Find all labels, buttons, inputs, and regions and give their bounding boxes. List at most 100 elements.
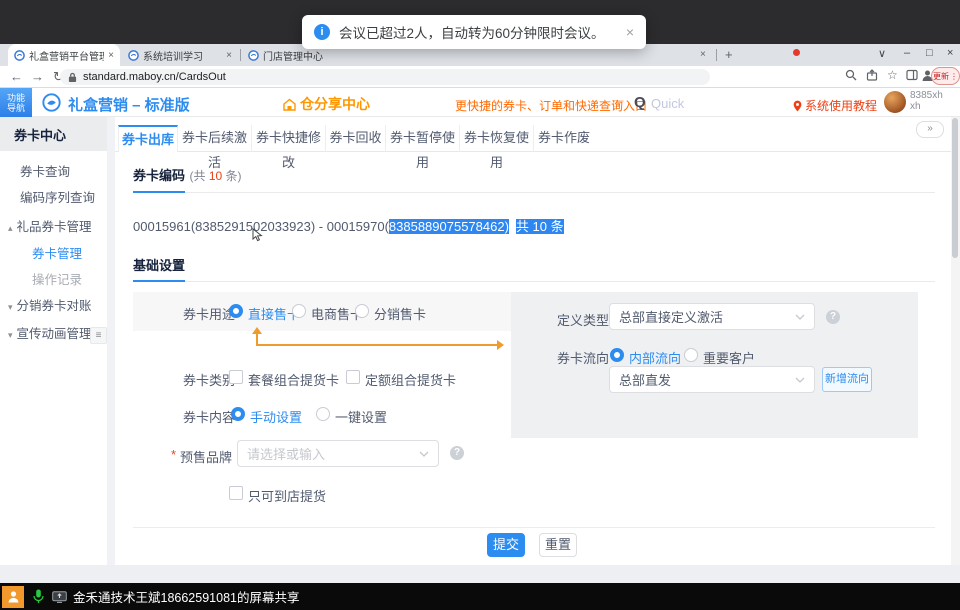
window-menu-icon[interactable]: ∨ [878, 47, 886, 60]
warehouse-icon [283, 98, 296, 111]
tab-title: 系统培训学习 [143, 48, 222, 63]
option-important-customer[interactable]: 重要客户 [703, 348, 755, 367]
sidebar-item-code-sequence-query[interactable]: 编码序列查询 [20, 187, 95, 206]
tab-close-icon[interactable]: × [226, 50, 232, 61]
sidebar-collapse-button[interactable]: ≡ [90, 327, 107, 344]
caret-down-icon: ▾ [8, 330, 13, 340]
sidebar-gap [107, 117, 115, 565]
tab-card-outbound[interactable]: 券卡出库 [118, 125, 178, 152]
quick-label[interactable]: Quick [651, 96, 684, 111]
tab-card-recycle[interactable]: 券卡回收 [326, 125, 386, 152]
share-center-label: 仓分享中心 [300, 94, 370, 114]
username-line2: xh [910, 101, 943, 112]
screen-share-text: 金禾通技术王斌18662591081的屏幕共享 [73, 587, 299, 606]
person-icon [7, 590, 20, 603]
sidebar-group-gift-card-management[interactable]: ▴礼品券卡管理 [8, 216, 92, 235]
update-label: 更新 [933, 71, 949, 82]
required-asterisk: * [171, 447, 176, 462]
radio-important-customer[interactable] [684, 348, 698, 362]
forward-icon[interactable]: → [31, 69, 44, 84]
side-panel-icon[interactable] [906, 69, 918, 81]
presenter-icon [2, 586, 24, 608]
tab-card-followup-activation[interactable]: 券卡后续激活 [178, 125, 252, 152]
screen-share-bar: 金禾通技术王斌18662591081的屏幕共享 [0, 583, 960, 610]
tabs-more-button[interactable]: » [916, 121, 944, 138]
app-logo [42, 93, 61, 112]
share-center-link[interactable]: 仓分享中心 [283, 94, 370, 114]
tab-card-suspend[interactable]: 券卡暂停使用 [386, 125, 460, 152]
function-nav-toggle[interactable]: 功能 导航 [0, 88, 32, 117]
code-count-badge: 共 10 条 [516, 219, 564, 234]
define-type-label: 定义类型 [557, 310, 609, 329]
browser-update-button[interactable]: 更新 ⋮ [931, 67, 960, 85]
app-title: 礼盒营销 – 标准版 [68, 94, 190, 115]
content-mode-label: 券卡内容 [183, 407, 235, 426]
radio-distribution-sale[interactable] [355, 304, 369, 318]
define-type-help-icon[interactable]: ? [826, 310, 840, 324]
presale-brand-select[interactable]: 请选择或输入 [237, 440, 439, 467]
browser-tab[interactable]: 系统培训学习 × [122, 44, 238, 66]
option-combo-pickup-card[interactable]: 套餐组合提货卡 [248, 370, 339, 389]
address-bar[interactable]: standard.maboy.cn/CardsOut [60, 69, 710, 85]
share-icon[interactable] [866, 69, 878, 81]
option-manual-setting[interactable]: 手动设置 [250, 407, 302, 426]
window-close-button[interactable]: × [947, 47, 953, 59]
section-divider [133, 192, 935, 193]
submit-button[interactable]: 提交 [487, 533, 525, 557]
back-icon[interactable]: ← [10, 69, 23, 84]
option-one-key-setting[interactable]: 一键设置 [335, 407, 387, 426]
sidebar-item-card-management-active[interactable]: 券卡管理 [32, 243, 82, 262]
checkbox-store-pickup-only[interactable] [229, 486, 243, 500]
system-tutorial-link[interactable]: 系统使用教程 [793, 97, 877, 114]
tab-card-restore[interactable]: 券卡恢复使用 [460, 125, 534, 152]
tab-card-quick-modify[interactable]: 券卡快捷修改 [252, 125, 326, 152]
option-store-pickup-only[interactable]: 只可到店提货 [248, 486, 326, 505]
flow-select[interactable]: 总部直发 [609, 366, 815, 393]
radio-ecommerce-sale[interactable] [292, 304, 306, 318]
option-internal-flow[interactable]: 内部流向 [629, 348, 681, 367]
card-code-range: 00015961(8385291502033923) - 00015970(83… [133, 216, 564, 235]
user-avatar[interactable] [884, 91, 906, 113]
quick-q-icon[interactable]: Q [634, 94, 646, 111]
define-type-select[interactable]: 总部直接定义激活 [609, 303, 815, 330]
sidebar-title: 券卡中心 [14, 125, 66, 144]
tab-close-icon[interactable]: × [108, 50, 114, 61]
tab-card-void[interactable]: 券卡作废 [534, 125, 594, 152]
radio-manual-setting-selected[interactable] [231, 407, 245, 421]
scrollbar-thumb[interactable] [952, 118, 958, 258]
option-distribution-sale[interactable]: 分销售卡 [374, 304, 426, 323]
radio-direct-sale-selected[interactable] [229, 304, 243, 318]
meeting-toast: i 会议已超过2人，自动转为60分钟限时会议。 × [302, 15, 646, 49]
count-close: 条) [222, 169, 241, 183]
tab-divider [240, 49, 241, 61]
window-maximize-button[interactable]: □ [926, 47, 933, 59]
sidebar-item-card-query[interactable]: 券卡查询 [20, 161, 70, 180]
toast-close-icon[interactable]: × [626, 24, 634, 40]
zoom-icon[interactable] [845, 69, 857, 81]
radio-one-key-setting[interactable] [316, 407, 330, 421]
section-active-indicator [133, 280, 185, 282]
recording-dot-icon [793, 49, 800, 56]
new-tab-button[interactable]: + [725, 47, 733, 62]
tab-favicon [128, 50, 139, 61]
option-fixed-amount-card[interactable]: 定额组合提货卡 [365, 370, 456, 389]
reset-button[interactable]: 重置 [539, 533, 577, 557]
info-icon: i [314, 24, 330, 40]
count-open: (共 [189, 169, 208, 183]
sidebar-group-distribution-reconciliation[interactable]: ▾分销券卡对账 [8, 295, 92, 314]
add-flow-button[interactable]: 新增流向 [822, 367, 872, 392]
checkbox-fixed-amount-card[interactable] [346, 370, 360, 384]
tab-close-icon[interactable]: × [700, 49, 706, 60]
sidebar-title-block: 券卡中心 [0, 117, 107, 151]
bookmark-star-icon[interactable]: ☆ [887, 68, 898, 82]
browser-tab-active[interactable]: 礼盒营销平台管理中心 × [8, 44, 120, 66]
radio-internal-flow-selected[interactable] [610, 348, 624, 362]
checkbox-combo-pickup-card[interactable] [229, 370, 243, 384]
sidebar-item-operation-records[interactable]: 操作记录 [32, 269, 82, 288]
nav-toggle-line2: 导航 [7, 103, 25, 113]
annotation-arrow-horizontal [256, 344, 498, 346]
sidebar-group-promo-animation[interactable]: ▾宣传动画管理 [8, 323, 92, 342]
window-minimize-button[interactable]: – [904, 47, 910, 59]
kebab-menu-icon[interactable]: ⋮ [950, 72, 958, 81]
presale-help-icon[interactable]: ? [450, 446, 464, 460]
